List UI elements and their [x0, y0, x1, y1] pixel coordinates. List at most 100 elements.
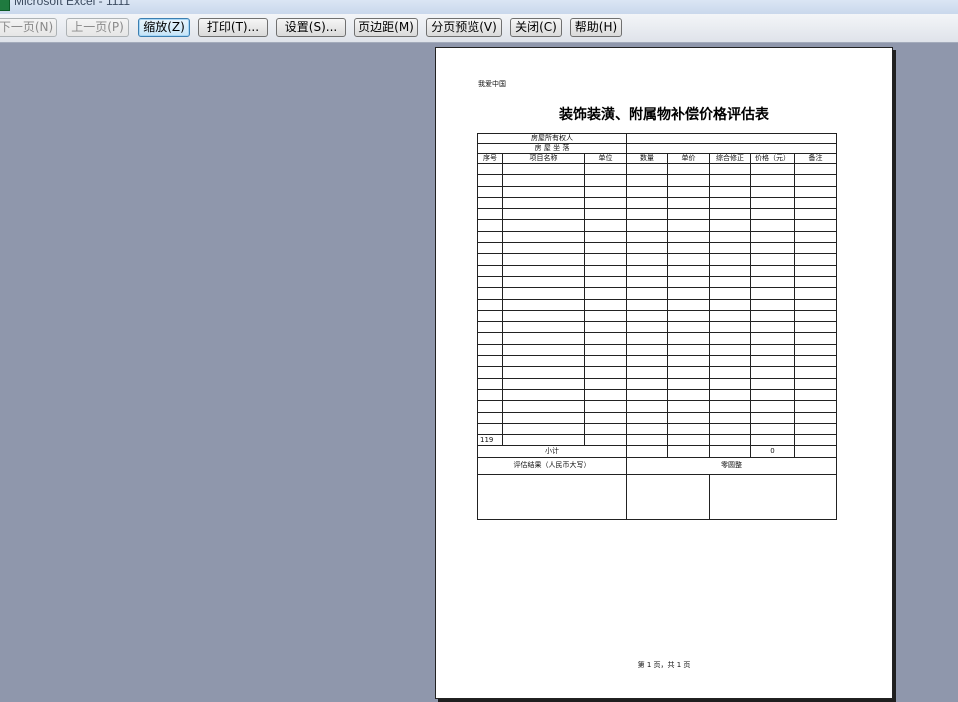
table-cell — [750, 377, 795, 390]
table-cell — [709, 264, 751, 277]
table-cell — [502, 196, 585, 210]
valuation-table: 房屋所有权人 房 屋 坐 落 序号 项目名称 单位 数量 单价 综合修正 价格（… — [477, 133, 837, 520]
table-cell — [502, 343, 585, 357]
table-cell — [709, 287, 751, 300]
table-cell — [750, 242, 795, 255]
table-cell — [667, 309, 710, 323]
col-header-adjustment: 综合修正 — [709, 153, 751, 164]
table-cell — [502, 388, 585, 402]
table-cell — [477, 174, 503, 187]
table-cell — [477, 185, 503, 198]
col-header-unit: 单位 — [584, 153, 627, 164]
previous-page-button[interactable]: 上一页(P) — [66, 18, 129, 37]
table-row — [477, 388, 837, 402]
print-preview-toolbar: 下一页(N) 上一页(P) 缩放(Z) 打印(T)... 设置(S)... 页边… — [0, 14, 958, 43]
table-cell — [794, 275, 837, 289]
table-cell — [584, 355, 627, 368]
table-cell — [667, 332, 710, 345]
table-cell — [750, 275, 795, 289]
table-cell — [750, 411, 795, 424]
signature-cell-2 — [626, 473, 710, 520]
table-cell — [750, 264, 795, 277]
table-cell — [502, 411, 585, 424]
table-cell — [584, 230, 627, 244]
table-cell — [584, 298, 627, 311]
table-cell — [584, 208, 627, 221]
table-cell — [584, 400, 627, 413]
col-header-index: 序号 — [477, 153, 503, 164]
zoom-button[interactable]: 缩放(Z) — [138, 18, 190, 37]
table-cell — [794, 355, 837, 368]
col-header-item-name: 项目名称 — [502, 153, 585, 164]
table-cell — [709, 174, 751, 187]
col-header-price: 价格（元） — [750, 153, 795, 164]
table-cell — [626, 185, 668, 198]
table-cell — [794, 388, 837, 402]
table-cell — [794, 309, 837, 323]
table-cell — [794, 174, 837, 187]
last-row-number: 119 — [477, 434, 503, 447]
next-page-button[interactable]: 下一页(N) — [0, 18, 57, 37]
table-cell — [709, 219, 751, 232]
table-cell — [477, 366, 503, 379]
table-cell — [502, 366, 585, 379]
margins-button[interactable]: 页边距(M) — [354, 18, 418, 37]
table-cell — [477, 287, 503, 300]
table-row — [477, 287, 837, 300]
table-cell — [502, 332, 585, 345]
table-cell — [584, 332, 627, 345]
table-row — [477, 321, 837, 334]
table-cell — [667, 411, 710, 424]
table-cell — [750, 196, 795, 210]
table-cell — [502, 355, 585, 368]
table-cell — [794, 196, 837, 210]
table-cell — [477, 332, 503, 345]
table-cell — [709, 366, 751, 379]
table-row — [477, 422, 837, 436]
table-cell — [626, 174, 668, 187]
table-cell — [626, 366, 668, 379]
table-cell — [477, 264, 503, 277]
table-cell — [477, 309, 503, 323]
table-cell — [584, 411, 627, 424]
table-cell — [794, 253, 837, 266]
table-row — [477, 366, 837, 379]
table-cell — [626, 196, 668, 210]
table-cell — [626, 377, 668, 390]
table-row — [477, 377, 837, 390]
help-button[interactable]: 帮助(H) — [570, 18, 622, 37]
result-value: 零圆整 — [626, 456, 837, 475]
close-button[interactable]: 关闭(C) — [510, 18, 562, 37]
table-cell — [750, 287, 795, 300]
table-cell — [477, 377, 503, 390]
signature-cell-3 — [709, 473, 837, 520]
table-cell — [626, 422, 668, 436]
table-cell — [626, 208, 668, 221]
table-cell — [750, 343, 795, 357]
table-cell — [794, 366, 837, 379]
table-cell — [709, 309, 751, 323]
page-break-preview-button[interactable]: 分页预览(V) — [426, 18, 502, 37]
table-cell — [794, 377, 837, 390]
table-cell — [667, 230, 710, 244]
print-button[interactable]: 打印(T)... — [198, 18, 268, 37]
table-cell — [709, 275, 751, 289]
table-cell — [794, 219, 837, 232]
table-cell — [626, 321, 668, 334]
table-row — [477, 355, 837, 368]
table-cell — [709, 355, 751, 368]
table-cell — [667, 219, 710, 232]
table-cell — [667, 208, 710, 221]
table-cell — [502, 174, 585, 187]
table-cell — [750, 162, 795, 176]
table-cell — [502, 298, 585, 311]
table-cell — [477, 343, 503, 357]
table-cell — [750, 309, 795, 323]
signature-row — [477, 473, 837, 520]
table-cell — [709, 208, 751, 221]
subtotal-row: 小计 0 — [477, 445, 837, 458]
table-cell — [626, 411, 668, 424]
table-cell — [667, 366, 710, 379]
setup-button[interactable]: 设置(S)... — [276, 18, 346, 37]
table-cell — [794, 400, 837, 413]
